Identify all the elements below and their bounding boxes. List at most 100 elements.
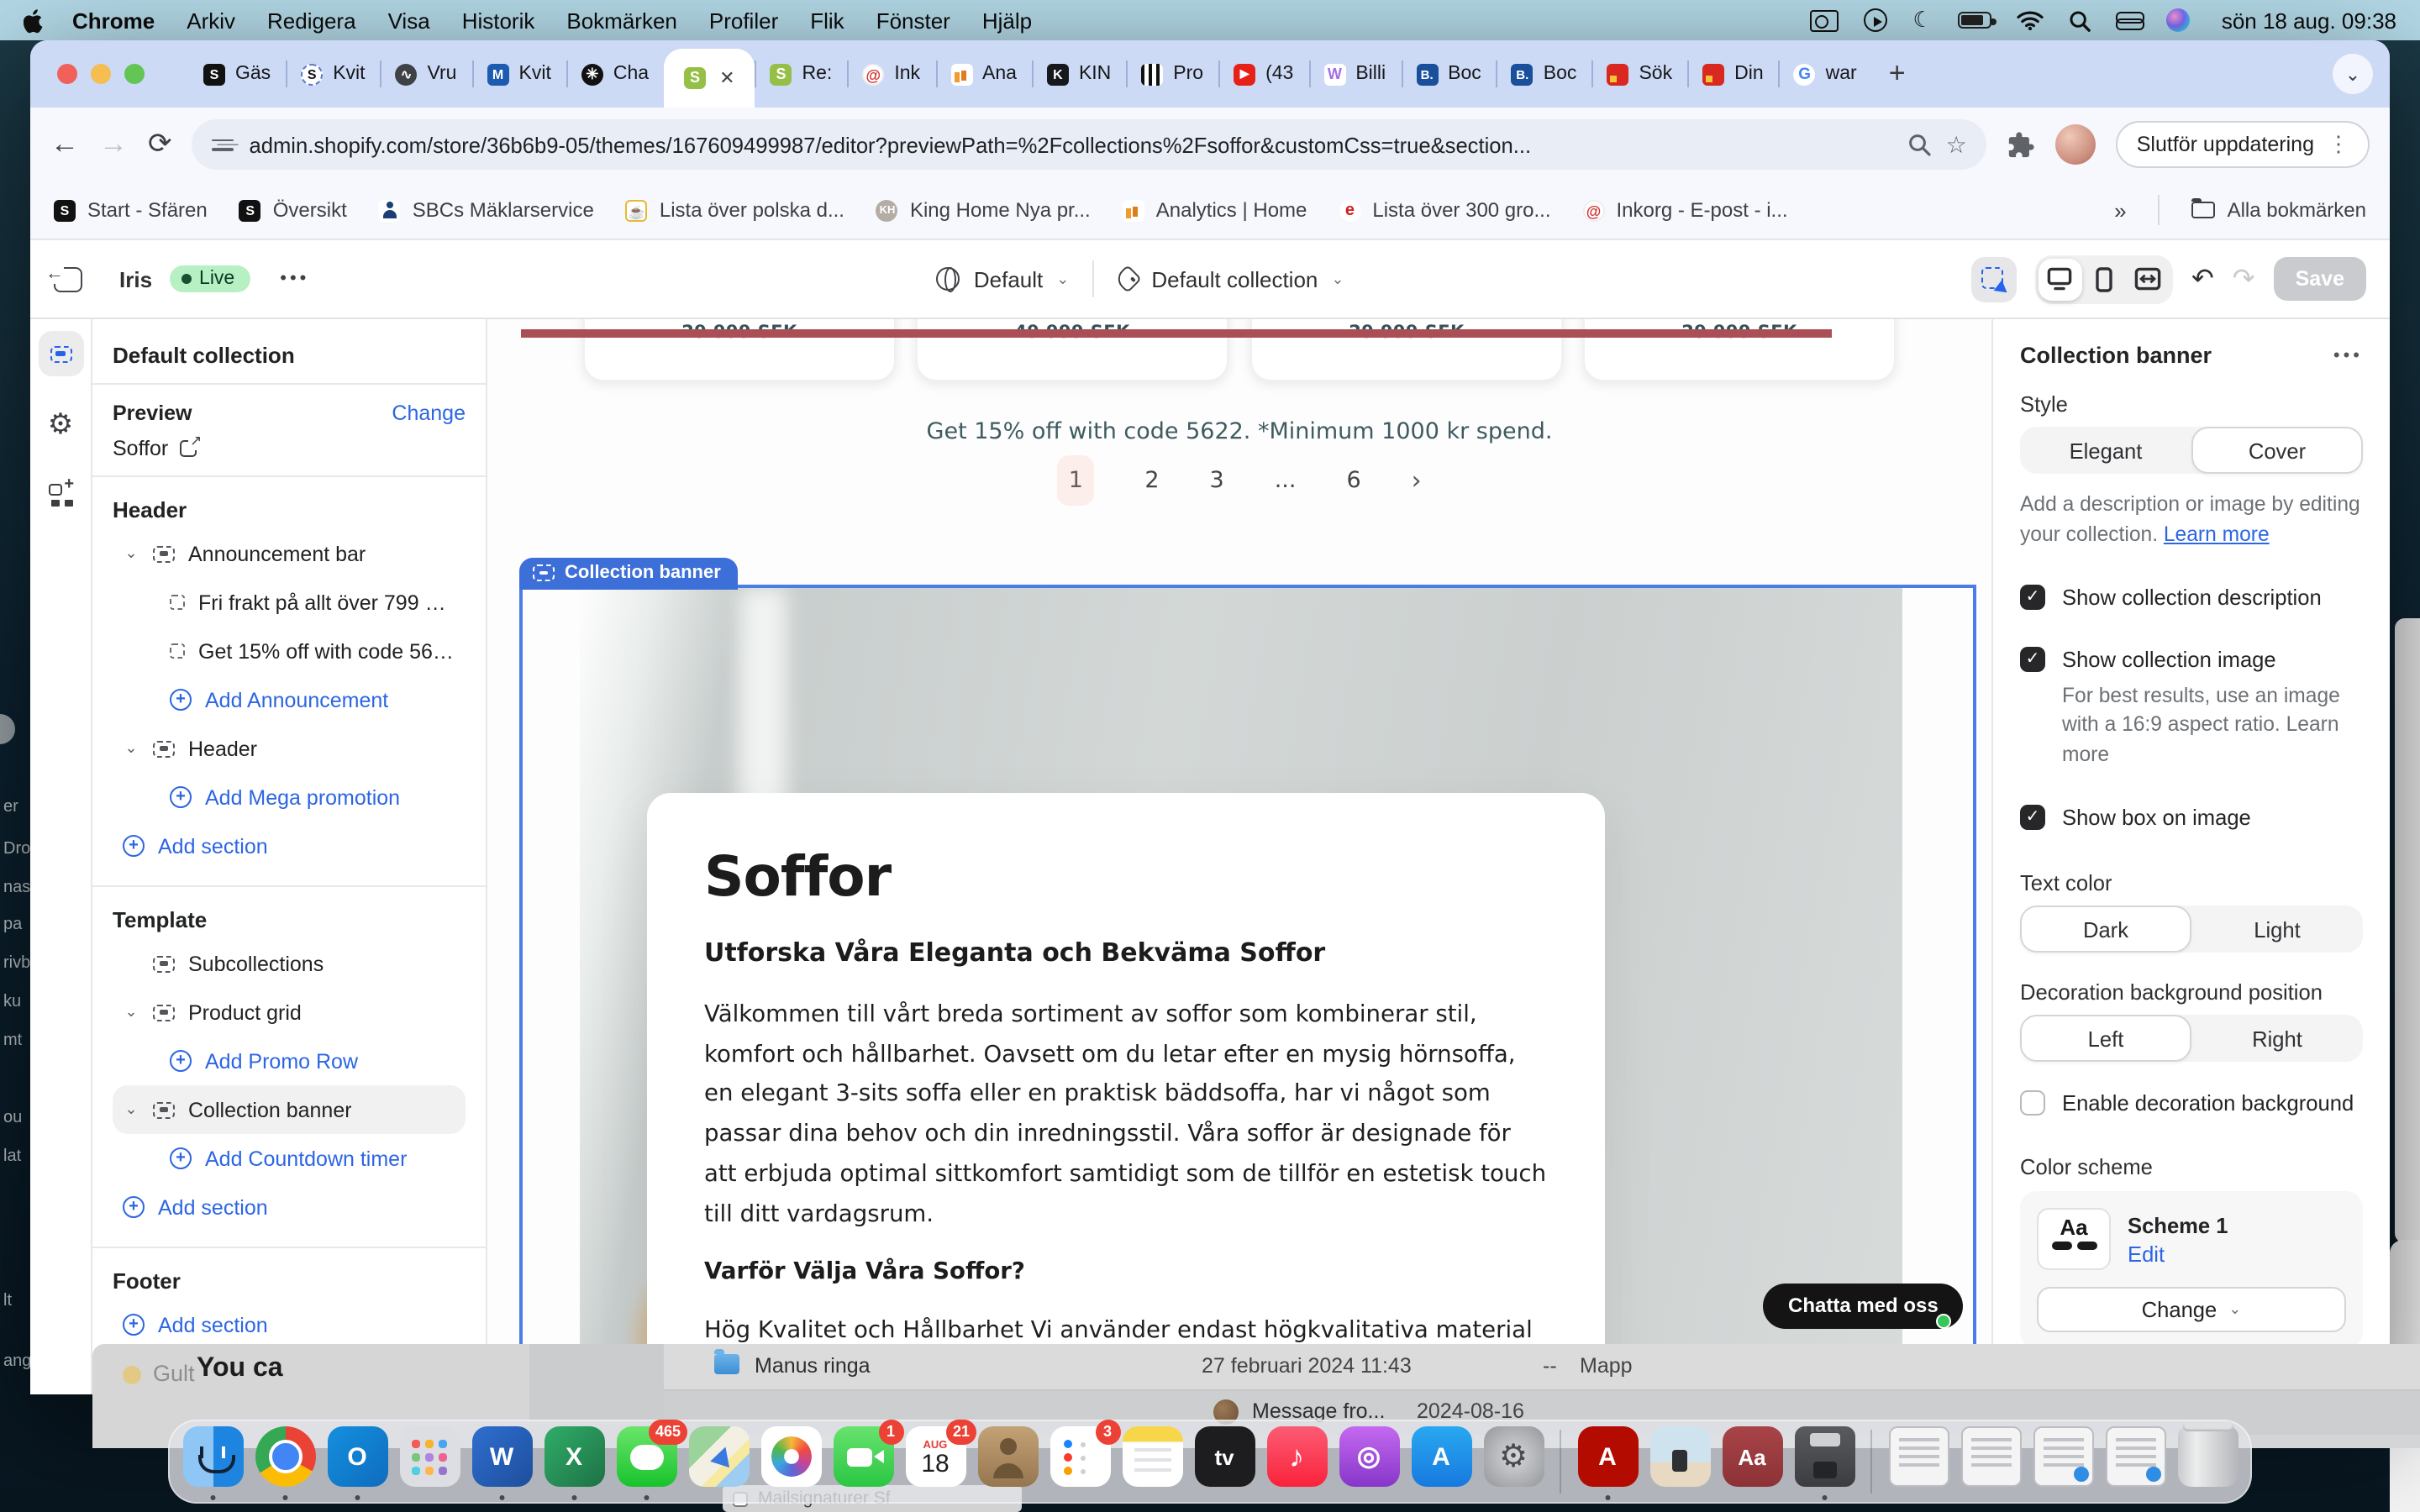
- dock-thumb-win1[interactable]: [2032, 1423, 2094, 1500]
- dock-dictionary[interactable]: Aa: [1721, 1423, 1783, 1500]
- sidebar-item-add-countdown-timer[interactable]: + Add Countdown timer: [113, 1134, 466, 1183]
- inspector-mode-button[interactable]: [1970, 256, 2017, 302]
- tab-active-shopify-editor[interactable]: S ✕: [664, 49, 755, 108]
- enable-decoration-row[interactable]: Enable decoration background: [2020, 1090, 2363, 1116]
- dock-trash[interactable]: [2176, 1421, 2238, 1500]
- option-right[interactable]: Right: [2191, 1015, 2363, 1062]
- menu-clock[interactable]: sön 18 aug. 09:38: [2222, 8, 2396, 33]
- change-preview-link[interactable]: Change: [392, 402, 466, 425]
- option-cover[interactable]: Cover: [2191, 427, 2363, 474]
- option-light[interactable]: Light: [2191, 906, 2363, 953]
- sidebar-item-add-section[interactable]: + Add section: [113, 1183, 466, 1231]
- option-elegant[interactable]: Elegant: [2020, 427, 2191, 474]
- browser-menu-icon[interactable]: ⋮: [2328, 131, 2349, 158]
- bookmark-lista-ver-300-gro-[interactable]: e Lista över 300 gro...: [1339, 198, 1551, 222]
- play-circle-icon[interactable]: [1864, 8, 1888, 32]
- option-dark[interactable]: Dark: [2020, 906, 2191, 953]
- tab-Vru[interactable]: ∿ Vru: [380, 40, 472, 108]
- tab-Ink[interactable]: @ Ink: [847, 40, 935, 108]
- url-text[interactable]: admin.shopify.com/store/36b6b9-05/themes…: [250, 132, 1892, 157]
- sidebar-item-add-section[interactable]: + Add section: [113, 822, 466, 870]
- window-controls[interactable]: [57, 64, 145, 84]
- checkbox-checked-icon[interactable]: ✓: [2020, 584, 2045, 610]
- theme-preview-viewport[interactable]: 29 999 SEK49 999 SEK29 999 SEK29 999 SEK…: [487, 319, 1991, 1394]
- menu-item-hjälp[interactable]: Hjälp: [982, 8, 1032, 33]
- mobile-preview-button[interactable]: [2082, 258, 2126, 300]
- sidebar-item-announcement-bar[interactable]: ⌄ Announcement bar: [113, 529, 466, 578]
- chevron-down-icon[interactable]: ⌄: [123, 1100, 139, 1119]
- menu-app-name[interactable]: Chrome: [72, 8, 155, 33]
- dock-appstore[interactable]: A: [1410, 1423, 1472, 1500]
- new-tab-button[interactable]: +: [1889, 57, 1906, 91]
- tab-KIN[interactable]: K KIN: [1031, 40, 1126, 108]
- chat-widget-button[interactable]: Chatta med oss: [1763, 1284, 1964, 1329]
- close-tab-icon[interactable]: ✕: [719, 67, 734, 89]
- sidebar-item-get-15-off-with-code-5622-mi-[interactable]: Get 15% off with code 5622. *Mi...: [113, 627, 466, 675]
- dock-calendar[interactable]: AUG 18 21: [904, 1420, 976, 1500]
- learn-more-link[interactable]: Learn more: [2164, 522, 2270, 546]
- sidebar-item-collection-banner[interactable]: ⌄ Collection banner: [113, 1085, 466, 1134]
- exit-editor-icon[interactable]: [45, 263, 82, 291]
- sidebar-item-add-section[interactable]: + Add section: [113, 1300, 466, 1349]
- wifi-icon[interactable]: [2017, 10, 2044, 30]
- chevron-down-icon[interactable]: ⌄: [123, 739, 139, 758]
- siri-icon[interactable]: [2165, 8, 2190, 32]
- show-description-row[interactable]: ✓ Show collection description: [2020, 584, 2363, 610]
- forward-button[interactable]: →: [99, 128, 128, 161]
- minimize-window-button[interactable]: [91, 64, 111, 84]
- dock-tv[interactable]: tv: [1193, 1423, 1255, 1500]
- tab-Billi[interactable]: W Billi: [1308, 40, 1401, 108]
- section-options-menu[interactable]: •••: [2333, 345, 2363, 365]
- dock-facetime[interactable]: 1: [832, 1420, 903, 1500]
- tab-war[interactable]: Gwar: [1778, 40, 1872, 108]
- menu-item-historik[interactable]: Historik: [462, 8, 535, 33]
- menu-item-redigera[interactable]: Redigera: [267, 8, 356, 33]
- fullwidth-preview-button[interactable]: [2126, 258, 2170, 300]
- bookmark-start-sf-ren[interactable]: S Start - Sfären: [54, 198, 208, 222]
- bookmark-lista-ver-polska-d-[interactable]: ☕ Lista över polska d...: [625, 198, 844, 222]
- save-button[interactable]: Save: [2273, 257, 2366, 301]
- menu-item-visa[interactable]: Visa: [388, 8, 430, 33]
- site-settings-icon[interactable]: [212, 137, 234, 152]
- dock-notes[interactable]: [1121, 1423, 1183, 1500]
- dock-outlook[interactable]: O: [326, 1423, 388, 1500]
- dock-acrobat[interactable]: A: [1576, 1423, 1639, 1500]
- dock-printer[interactable]: [1793, 1423, 1855, 1500]
- close-window-button[interactable]: [57, 64, 77, 84]
- dock-finder[interactable]: [182, 1423, 244, 1500]
- dock-excel[interactable]: X: [543, 1423, 605, 1500]
- tab-search-chevron[interactable]: ⌄: [2333, 54, 2373, 94]
- extensions-icon[interactable]: [2007, 130, 2036, 159]
- option-left[interactable]: Left: [2020, 1015, 2191, 1063]
- desktop-preview-button[interactable]: [2038, 258, 2082, 300]
- checkbox-checked-icon[interactable]: ✓: [2020, 646, 2045, 672]
- tab-Kvit[interactable]: S Kvit: [286, 40, 380, 108]
- show-image-row[interactable]: ✓ Show collection image: [2020, 646, 2363, 672]
- menu-item-flik[interactable]: Flik: [810, 8, 844, 33]
- dock-settings[interactable]: ⚙: [1482, 1423, 1544, 1500]
- spotlight-search-icon[interactable]: [2069, 9, 2091, 31]
- chevron-down-icon[interactable]: ⌄: [123, 544, 139, 563]
- apple-logo-icon[interactable]: [24, 8, 45, 33]
- bookmark-sbcs-m-klarservice[interactable]: SBCs Mäklarservice: [378, 198, 594, 222]
- dock-thumb-doc2[interactable]: [1960, 1423, 2022, 1500]
- tab-Boc[interactable]: B. Boc: [1496, 40, 1592, 108]
- dock-music[interactable]: ♪: [1265, 1423, 1328, 1500]
- address-bar[interactable]: admin.shopify.com/store/36b6b9-05/themes…: [192, 119, 1987, 170]
- dock-previewapp[interactable]: [1649, 1423, 1711, 1500]
- bookmark-analytics-home[interactable]: Analytics | Home: [1122, 198, 1307, 222]
- back-button[interactable]: ←: [50, 128, 79, 161]
- scheme-edit-link[interactable]: Edit: [2128, 1241, 2228, 1266]
- dock-thumb-doc1[interactable]: [1887, 1423, 1949, 1500]
- page-3[interactable]: 3: [1210, 467, 1224, 494]
- page-1[interactable]: 1: [1057, 455, 1095, 506]
- tab-Boc[interactable]: B. Boc: [1401, 40, 1497, 108]
- sidebar-item-subcollections[interactable]: Subcollections: [113, 939, 466, 988]
- bookmark-star-icon[interactable]: ☆: [1946, 130, 1967, 159]
- menu-item-arkiv[interactable]: Arkiv: [187, 8, 235, 33]
- page-2[interactable]: 2: [1144, 467, 1159, 494]
- next-page-chevron[interactable]: ›: [1412, 465, 1422, 496]
- sidebar-item-add-mega-promotion[interactable]: + Add Mega promotion: [113, 773, 466, 822]
- checkbox-unchecked-icon[interactable]: [2020, 1090, 2045, 1116]
- undo-button[interactable]: ↶: [2191, 262, 2214, 296]
